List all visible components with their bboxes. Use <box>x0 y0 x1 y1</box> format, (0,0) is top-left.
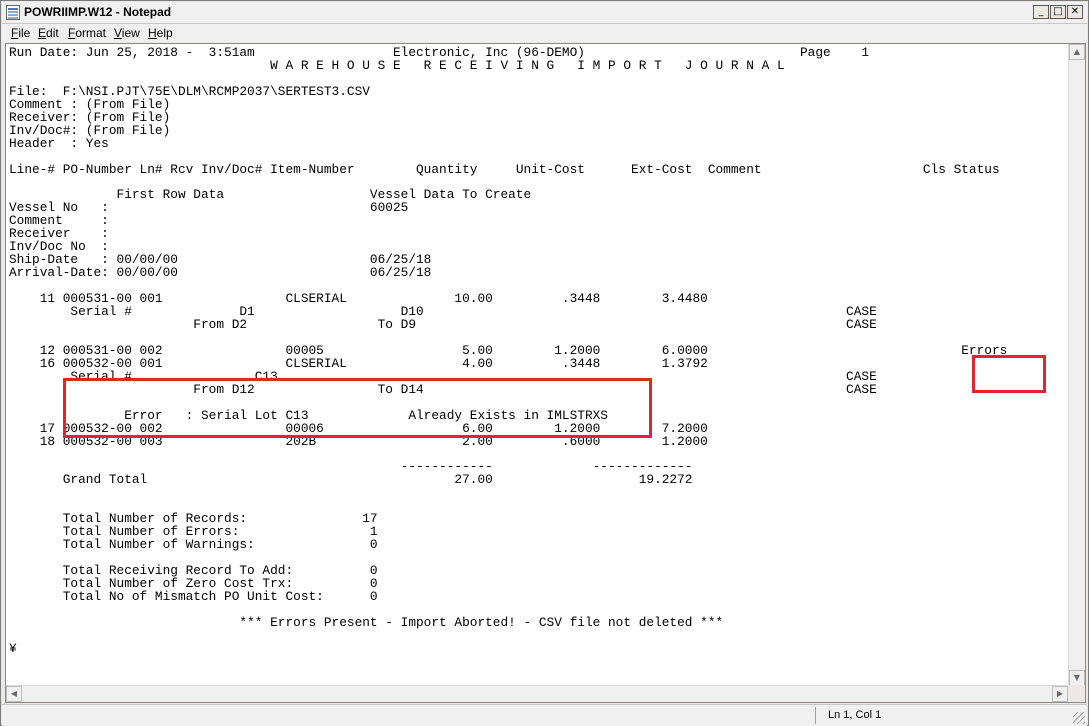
text-line: 16 000532-00 001 CLSERIAL 4.00 .3448 1.3… <box>9 355 708 371</box>
text-line: 17 000532-00 002 00006 6.00 1.2000 7.200… <box>9 420 708 436</box>
text-line: Grand Total 27.00 19.2272 <box>9 472 693 488</box>
scroll-up-icon[interactable]: ▲ <box>1069 44 1085 60</box>
menu-help[interactable]: Help <box>148 26 173 40</box>
menu-edit[interactable]: Edit <box>38 26 59 40</box>
text-line: File: F:\NSI.PJT\75E\DLM\RCMP2037\SERTES… <box>9 83 370 99</box>
scroll-left-icon[interactable]: ◀ <box>6 686 22 702</box>
text-editor[interactable]: Run Date: Jun 25, 2018 - 3:51am Electron… <box>5 43 1086 703</box>
scroll-right-icon[interactable]: ▶ <box>1052 686 1068 702</box>
text-line: From D2 To D9 CASE <box>9 316 877 332</box>
horizontal-scrollbar[interactable]: ◀ ▶ <box>6 685 1068 702</box>
document-text[interactable]: Run Date: Jun 25, 2018 - 3:51am Electron… <box>7 44 1057 684</box>
status-divider <box>815 707 816 724</box>
text-line: W A R E H O U S E R E C E I V I N G I M … <box>9 57 785 73</box>
cursor-position: Ln 1, Col 1 <box>828 709 882 721</box>
notepad-icon[interactable] <box>6 5 20 20</box>
status-bar: Ln 1, Col 1 <box>2 704 1087 726</box>
window-title: POWRIIMP.W12 - Notepad <box>24 5 172 19</box>
text-line: 12 000531-00 002 00005 5.00 1.2000 6.000… <box>9 342 1008 358</box>
maximize-button[interactable]: □ <box>1050 5 1066 19</box>
text-line: Comment : (From File) <box>9 96 171 112</box>
text-line: Inv/Doc#: (From File) <box>9 122 171 138</box>
menu-format[interactable]: Format <box>68 26 106 40</box>
menu-view[interactable]: View <box>114 26 140 40</box>
text-line: *** Errors Present - Import Aborted! - C… <box>9 614 724 630</box>
text-line: ¥ <box>9 640 17 656</box>
close-button[interactable]: ✕ <box>1067 5 1083 19</box>
text-line: Total Number of Zero Cost Trx: 0 <box>9 575 378 591</box>
vertical-scrollbar[interactable]: ▲ ▼ <box>1068 44 1085 686</box>
menu-file[interactable]: File <box>11 26 30 40</box>
scroll-down-icon[interactable]: ▼ <box>1069 670 1085 686</box>
text-line: Total Number of Warnings: 0 <box>9 537 378 553</box>
text-line: Receiver: (From File) <box>9 109 171 125</box>
menu-bar: File Edit Format View Help <box>2 24 1087 42</box>
text-line: Error : Serial Lot C13 Already Exists in… <box>9 407 608 423</box>
text-line: From D12 To D14 CASE <box>9 381 877 397</box>
scroll-corner <box>1068 685 1085 702</box>
text-line: Arrival-Date: 00/00/00 06/25/18 <box>9 265 432 281</box>
text-line: Total No of Mismatch PO Unit Cost: 0 <box>9 588 378 604</box>
text-line: Serial # C13 CASE <box>9 368 877 384</box>
resize-grip-icon[interactable] <box>1073 712 1085 724</box>
text-line: 18 000532-00 003 202B 2.00 .6000 1.2000 <box>9 433 708 449</box>
text-line: Header : Yes <box>9 135 109 151</box>
title-bar[interactable]: POWRIIMP.W12 - Notepad _ □ ✕ <box>2 2 1087 24</box>
notepad-window: POWRIIMP.W12 - Notepad _ □ ✕ File Edit F… <box>0 0 1089 726</box>
minimize-button[interactable]: _ <box>1033 5 1049 19</box>
text-line: Line-# PO-Number Ln# Rcv Inv/Doc# Item-N… <box>9 161 1000 177</box>
